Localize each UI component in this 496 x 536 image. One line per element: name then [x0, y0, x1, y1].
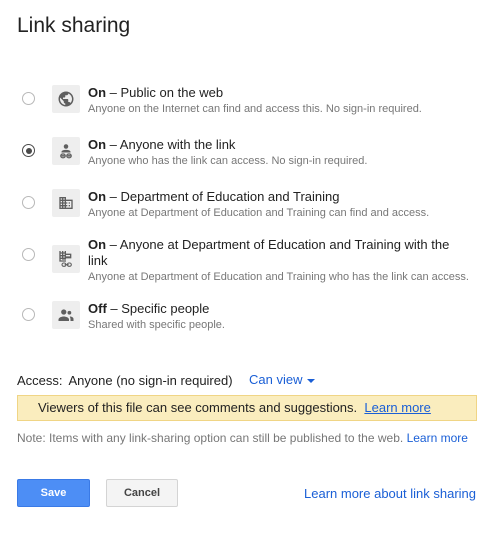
notice-text: Viewers of this file can see comments an…	[38, 400, 358, 415]
option-description: Anyone who has the link can access. No s…	[88, 155, 368, 167]
note-text: Note: Items with any link-sharing option…	[17, 431, 404, 445]
notice-learn-more-link[interactable]: Learn more	[364, 400, 430, 415]
caret-down-icon	[307, 378, 316, 383]
access-value: Anyone (no sign-in required)	[68, 373, 233, 388]
cancel-button[interactable]: Cancel	[106, 479, 178, 507]
radio-anyone-with-link[interactable]	[22, 144, 35, 157]
option-description: Anyone at Department of Education and Tr…	[88, 271, 469, 283]
building-link-icon	[52, 245, 80, 273]
option-title: On – Anyone with the link	[88, 137, 236, 152]
publish-note: Note: Items with any link-sharing option…	[17, 431, 468, 445]
radio-public-on-web[interactable]	[22, 92, 35, 105]
people-icon	[52, 301, 80, 329]
access-row: Access: Anyone (no sign-in required)	[17, 373, 233, 388]
learn-more-link-sharing-link[interactable]: Learn more about link sharing	[304, 486, 476, 501]
access-label: Access:	[17, 373, 63, 388]
option-public-on-web[interactable]: On – Public on the web Anyone on the Int…	[0, 84, 496, 124]
radio-department[interactable]	[22, 196, 35, 209]
option-department[interactable]: On – Department of Education and Trainin…	[0, 188, 496, 228]
permission-value: Can view	[249, 372, 303, 387]
comments-notice: Viewers of this file can see comments an…	[17, 395, 477, 421]
option-title: On – Department of Education and Trainin…	[88, 189, 340, 204]
building-icon	[52, 189, 80, 217]
radio-specific-people[interactable]	[22, 308, 35, 321]
option-specific-people[interactable]: Off – Specific people Shared with specif…	[0, 300, 496, 340]
option-title: On – Public on the web	[88, 85, 224, 100]
option-title: Off – Specific people	[88, 301, 210, 316]
option-title: On – Anyone at Department of Education a…	[88, 237, 450, 268]
save-button[interactable]: Save	[17, 479, 90, 507]
permission-dropdown[interactable]: Can view	[249, 372, 316, 387]
globe-icon	[52, 85, 80, 113]
option-description: Shared with specific people.	[88, 319, 225, 331]
dialog-title: Link sharing	[17, 14, 131, 37]
radio-department-with-link[interactable]	[22, 248, 35, 261]
note-learn-more-link[interactable]: Learn more	[407, 431, 468, 445]
option-anyone-with-link[interactable]: On – Anyone with the link Anyone who has…	[0, 136, 496, 176]
option-department-with-link[interactable]: On – Anyone at Department of Education a…	[0, 236, 496, 286]
person-link-icon	[52, 137, 80, 165]
option-description: Anyone on the Internet can find and acce…	[88, 103, 422, 115]
option-description: Anyone at Department of Education and Tr…	[88, 207, 430, 219]
